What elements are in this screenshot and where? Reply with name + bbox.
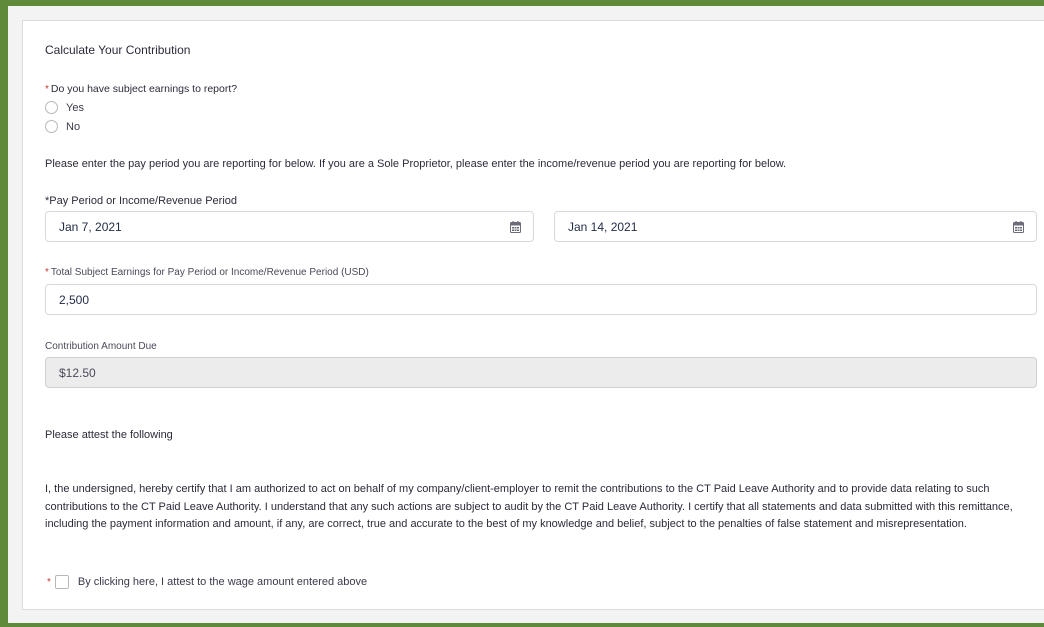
required-marker: * <box>45 84 49 95</box>
radio-no[interactable] <box>45 120 58 133</box>
end-date-input[interactable]: Jan 14, 2021 <box>554 211 1037 242</box>
contribution-form-card: Calculate Your Contribution * Do you have… <box>22 20 1044 610</box>
contribution-label: Contribution Amount Due <box>45 341 157 352</box>
required-marker: * <box>45 267 49 278</box>
earnings-label-text: Total Subject Earnings for Pay Period or… <box>50 267 369 278</box>
pay-period-label: *Pay Period or Income/Revenue Period <box>45 195 237 207</box>
required-marker: * <box>47 576 51 588</box>
radio-yes[interactable] <box>45 101 58 114</box>
start-date-input[interactable]: Jan 7, 2021 <box>45 211 534 242</box>
attest-title: Please attest the following <box>45 429 173 441</box>
start-date-value: Jan 7, 2021 <box>59 219 122 234</box>
attest-checkbox[interactable] <box>54 575 69 589</box>
earnings-label: * Total Subject Earnings for Pay Period o… <box>45 267 369 278</box>
pay-period-instructions: Please enter the pay period you are repo… <box>45 158 787 170</box>
attest-checkbox-row[interactable]: * By clicking here, I attest to the wage… <box>47 575 367 589</box>
contribution-value: $12.50 <box>59 365 96 380</box>
end-date-value: Jan 14, 2021 <box>568 219 638 234</box>
radio-no-label: No <box>66 120 81 133</box>
radio-yes-label: Yes <box>66 101 84 114</box>
earnings-question-text: Do you have subject earnings to report? <box>50 83 238 95</box>
earnings-question: * Do you have subject earnings to report? <box>45 83 237 95</box>
window-frame: Calculate Your Contribution * Do you have… <box>0 0 1044 627</box>
attest-checkbox-label: By clicking here, I attest to the wage a… <box>77 576 368 588</box>
contribution-amount-field: $12.50 <box>45 357 1037 388</box>
earnings-value: 2,500 <box>59 292 90 307</box>
calendar-icon[interactable] <box>1013 221 1024 233</box>
radio-option-no[interactable]: No <box>45 120 80 133</box>
radio-option-yes[interactable]: Yes <box>45 101 84 114</box>
earnings-input[interactable]: 2,500 <box>45 284 1037 315</box>
attestation-statement: I, the undersigned, hereby certify that … <box>45 483 1013 530</box>
calendar-icon[interactable] <box>510 221 521 233</box>
section-title: Calculate Your Contribution <box>45 43 191 57</box>
